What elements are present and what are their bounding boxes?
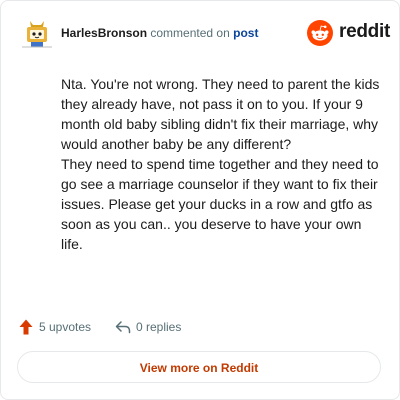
comment-meta: HarlesBronson commented on post	[61, 26, 258, 40]
action-text: commented on	[150, 26, 230, 40]
upvote-arrow-icon	[19, 319, 33, 335]
view-more-button[interactable]: View more on Reddit	[17, 351, 381, 383]
comment-header: HarlesBronson commented on post reddit	[17, 17, 390, 51]
post-link[interactable]: post	[233, 26, 258, 40]
reddit-brand[interactable]: reddit	[307, 20, 390, 46]
reddit-logo-icon	[307, 20, 333, 46]
reply-count: 0 replies	[136, 320, 182, 334]
comment-paragraph: They need to spend time together and the…	[61, 156, 379, 252]
reddit-wordmark: reddit	[339, 21, 390, 42]
reply-arrow-icon	[115, 321, 131, 334]
comment-body: Nta. You're not wrong. They need to pare…	[61, 74, 386, 254]
username-link[interactable]: HarlesBronson	[61, 26, 147, 40]
avatar[interactable]	[21, 17, 53, 49]
comment-embed-card: HarlesBronson commented on post reddit N…	[0, 0, 400, 400]
comment-paragraph: Nta. You're not wrong. They need to pare…	[61, 76, 380, 152]
upvote-count: 5 upvotes	[39, 320, 92, 334]
